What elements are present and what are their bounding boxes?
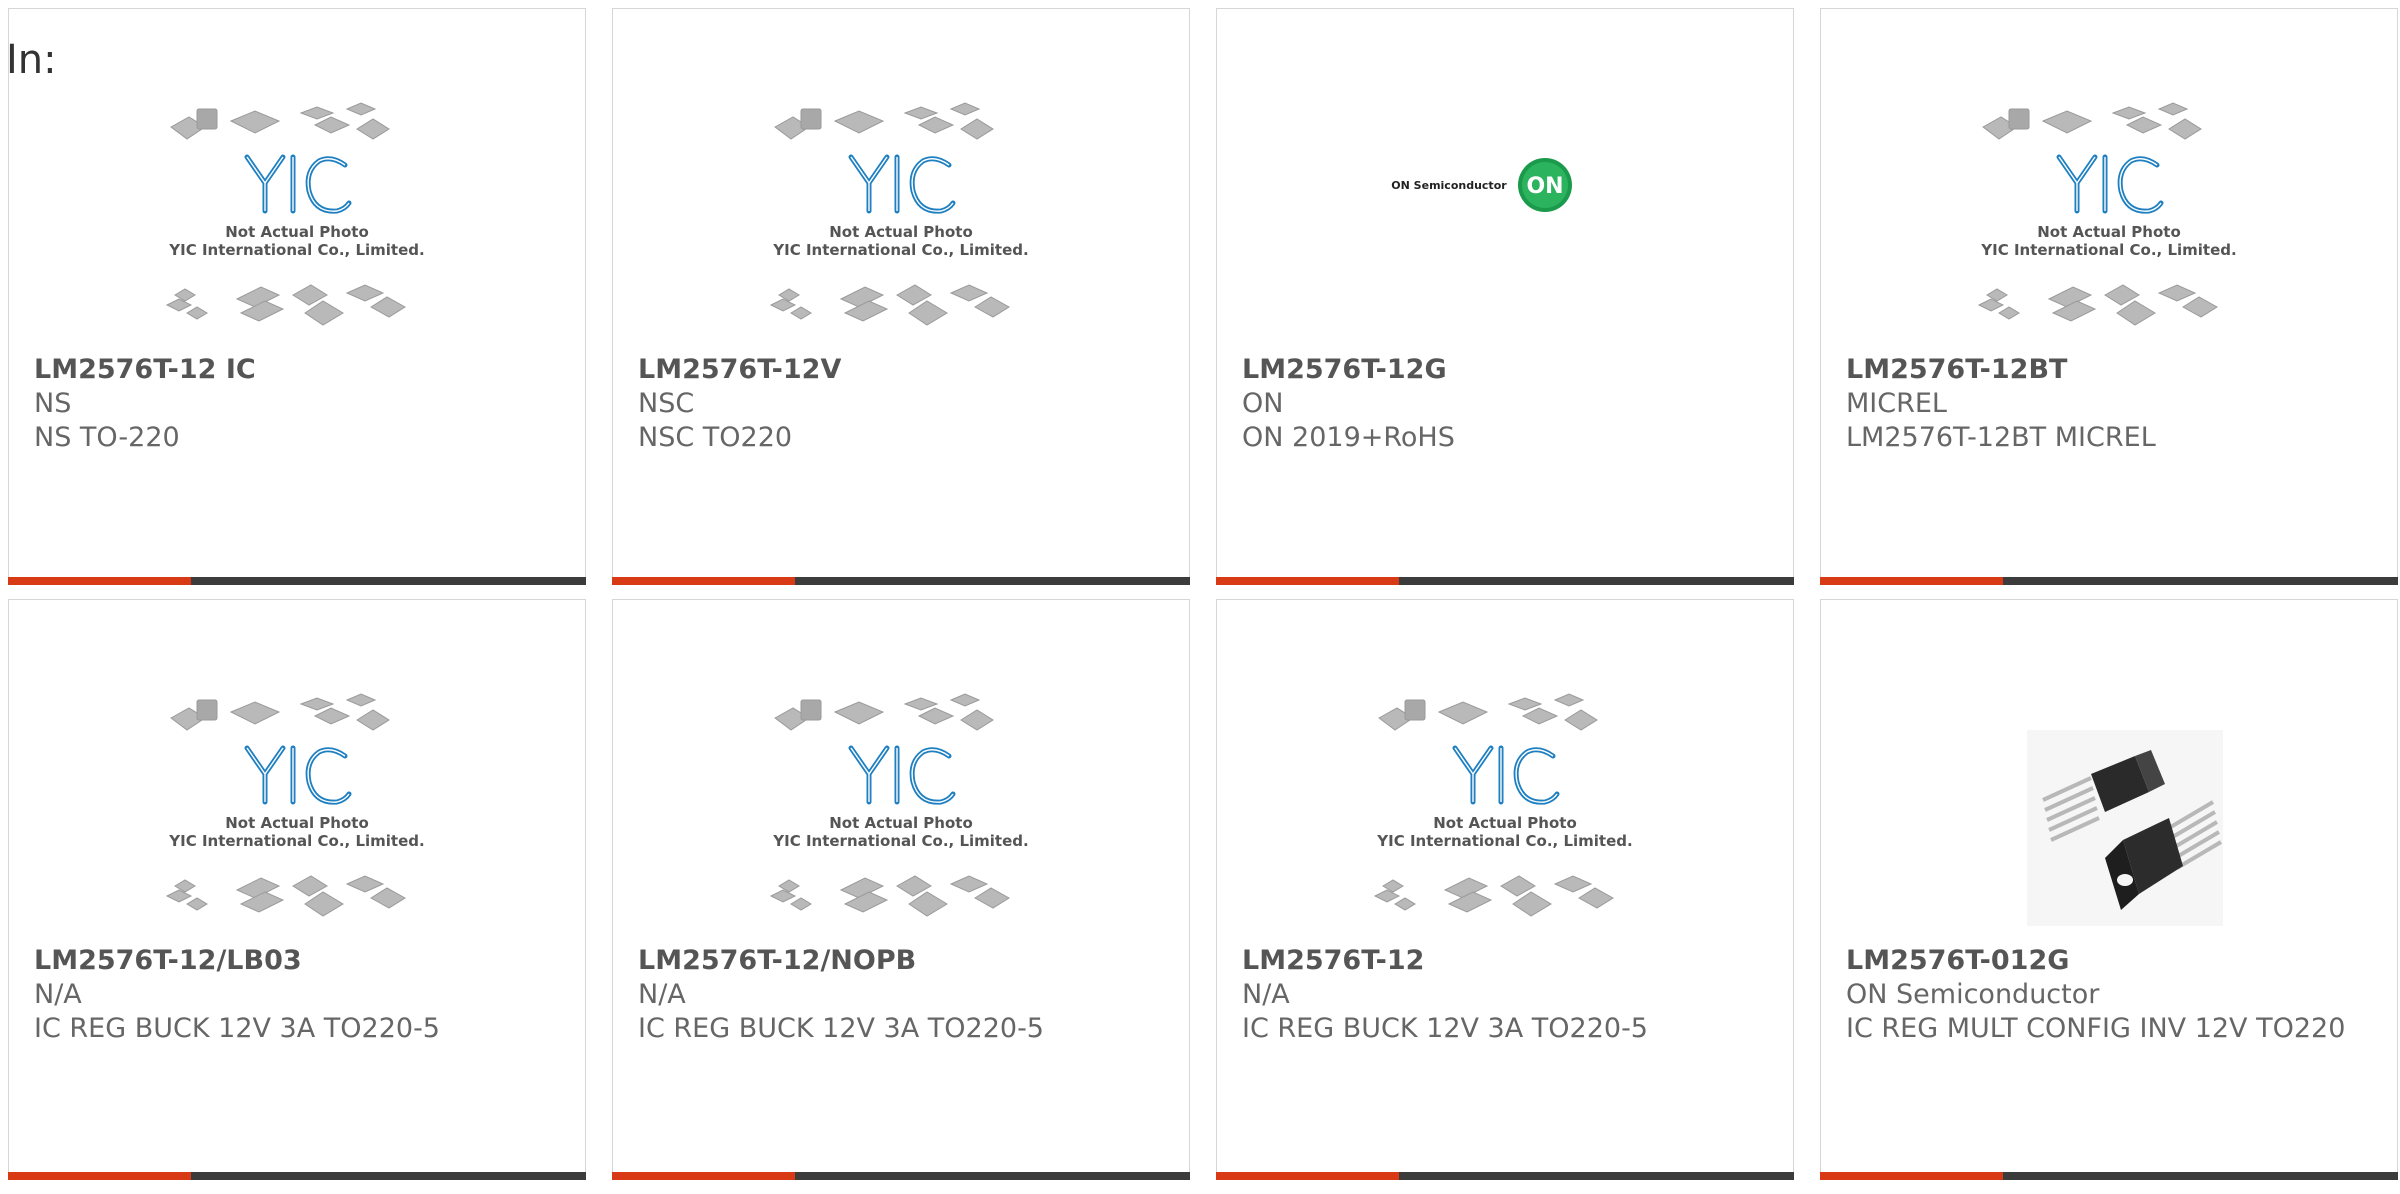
card-accent-bar: [612, 1172, 795, 1180]
card-bottom-bar: [1820, 1172, 2398, 1180]
yic-placeholder-image[interactable]: Not Actual Photo YIC International Co., …: [765, 690, 1037, 940]
part-number-link[interactable]: LM2576T-12V: [638, 353, 1158, 387]
card-accent-bar: [1216, 1172, 1399, 1180]
manufacturer-label: NS: [34, 388, 72, 419]
to220-package-image[interactable]: [1973, 690, 2245, 940]
manufacturer-label: NSC: [638, 388, 695, 419]
product-card[interactable]: Not Actual Photo YIC International Co., …: [8, 599, 586, 1180]
svg-text:Not Actual Photo: Not Actual Photo: [1433, 814, 1577, 832]
svg-text:ON Semiconductor: ON Semiconductor: [1391, 179, 1507, 192]
description-label: IC REG BUCK 12V 3A TO220-5: [638, 1013, 1044, 1044]
product-card[interactable]: LM2576T-012G ON Semiconductor IC REG MULT …: [1820, 599, 2398, 1180]
part-number-link[interactable]: LM2576T-12: [1242, 944, 1762, 978]
card-accent-bar: [8, 1172, 191, 1180]
yic-placeholder-image[interactable]: Not Actual Photo YIC International Co., …: [1369, 690, 1641, 940]
yic-placeholder-image[interactable]: Not Actual Photo YIC International Co., …: [1973, 99, 2245, 349]
svg-text:YIC International Co., Limited: YIC International Co., Limited.: [168, 832, 424, 850]
part-number-link[interactable]: LM2576T-12 IC: [34, 353, 554, 387]
card-accent-bar: [1216, 577, 1399, 585]
manufacturer-label: MICREL: [1846, 388, 1947, 419]
manufacturer-label: N/A: [34, 979, 82, 1010]
part-number-link[interactable]: LM2576T-12BT: [1846, 353, 2366, 387]
description-label: NS TO-220: [34, 422, 180, 453]
yic-placeholder-image[interactable]: Not Actual Photo YIC International Co., …: [161, 99, 433, 349]
description-label: LM2576T-12BT MICREL: [1846, 422, 2156, 453]
description-label: ON 2019+RoHS: [1242, 422, 1455, 453]
card-bottom-bar: [1820, 577, 2398, 585]
on-semiconductor-logo[interactable]: ON Semiconductor ON: [1369, 99, 1641, 349]
svg-text:Not Actual Photo: Not Actual Photo: [225, 223, 369, 241]
in-label: In:: [6, 37, 57, 83]
product-card[interactable]: Not Actual Photo YIC International Co., …: [612, 599, 1190, 1180]
part-number-link[interactable]: LM2576T-12/LB03: [34, 944, 554, 978]
card-accent-bar: [1820, 1172, 2003, 1180]
svg-text:YIC International Co., Limited: YIC International Co., Limited.: [1376, 832, 1632, 850]
svg-text:YIC International Co., Limited: YIC International Co., Limited.: [772, 832, 1028, 850]
manufacturer-label: ON Semiconductor: [1846, 979, 2100, 1010]
svg-text:Not Actual Photo: Not Actual Photo: [2037, 223, 2181, 241]
svg-text:Not Actual Photo: Not Actual Photo: [829, 223, 973, 241]
description-label: IC REG MULT CONFIG INV 12V TO220: [1846, 1013, 2346, 1044]
svg-text:YIC International Co., Limited: YIC International Co., Limited.: [1980, 241, 2236, 259]
card-bottom-bar: [612, 1172, 1190, 1180]
part-number-link[interactable]: LM2576T-12/NOPB: [638, 944, 1158, 978]
part-number-link[interactable]: LM2576T-012G: [1846, 944, 2366, 978]
product-info: LM2576T-12BT MICREL LM2576T-12BT MICREL: [1846, 353, 2366, 455]
product-info: LM2576T-12/NOPB N/A IC REG BUCK 12V 3A TO2…: [638, 944, 1158, 1046]
product-card[interactable]: Not Actual Photo YIC International Co., …: [612, 8, 1190, 585]
product-grid: Not Actual Photo YIC International Co., …: [8, 8, 2400, 1194]
product-info: LM2576T-12G ON ON 2019+RoHS: [1242, 353, 1762, 455]
product-info: LM2576T-12/LB03 N/A IC REG BUCK 12V 3A TO2…: [34, 944, 554, 1046]
card-bottom-bar: [612, 577, 1190, 585]
description-label: IC REG BUCK 12V 3A TO220-5: [1242, 1013, 1648, 1044]
card-accent-bar: [8, 577, 191, 585]
svg-text:Not Actual Photo: Not Actual Photo: [829, 814, 973, 832]
card-bottom-bar: [8, 1172, 586, 1180]
manufacturer-label: N/A: [638, 979, 686, 1010]
yic-placeholder-image[interactable]: Not Actual Photo YIC International Co., …: [765, 99, 1037, 349]
product-info: LM2576T-12 N/A IC REG BUCK 12V 3A TO220-5: [1242, 944, 1762, 1046]
product-card[interactable]: Not Actual Photo YIC International Co., …: [1820, 8, 2398, 585]
svg-text:YIC International Co., Limited: YIC International Co., Limited.: [772, 241, 1028, 259]
manufacturer-label: N/A: [1242, 979, 1290, 1010]
svg-text:YIC International Co., Limited: YIC International Co., Limited.: [168, 241, 424, 259]
product-info: LM2576T-012G ON Semiconductor IC REG MULT …: [1846, 944, 2366, 1046]
card-accent-bar: [1820, 577, 2003, 585]
card-bottom-bar: [1216, 1172, 1794, 1180]
card-bottom-bar: [8, 577, 586, 585]
manufacturer-label: ON: [1242, 388, 1284, 419]
description-label: NSC TO220: [638, 422, 793, 453]
svg-text:Not Actual Photo: Not Actual Photo: [225, 814, 369, 832]
product-info: LM2576T-12 IC NS NS TO-220: [34, 353, 554, 455]
part-number-link[interactable]: LM2576T-12G: [1242, 353, 1762, 387]
product-card[interactable]: Not Actual Photo YIC International Co., …: [1216, 599, 1794, 1180]
description-label: IC REG BUCK 12V 3A TO220-5: [34, 1013, 440, 1044]
svg-text:ON: ON: [1526, 174, 1563, 199]
card-accent-bar: [612, 577, 795, 585]
product-info: LM2576T-12V NSC NSC TO220: [638, 353, 1158, 455]
product-card[interactable]: Not Actual Photo YIC International Co., …: [8, 8, 586, 585]
card-bottom-bar: [1216, 577, 1794, 585]
product-card[interactable]: ON Semiconductor ON LM2576T-12G ON ON 2019…: [1216, 8, 1794, 585]
yic-placeholder-image[interactable]: Not Actual Photo YIC International Co., …: [161, 690, 433, 940]
